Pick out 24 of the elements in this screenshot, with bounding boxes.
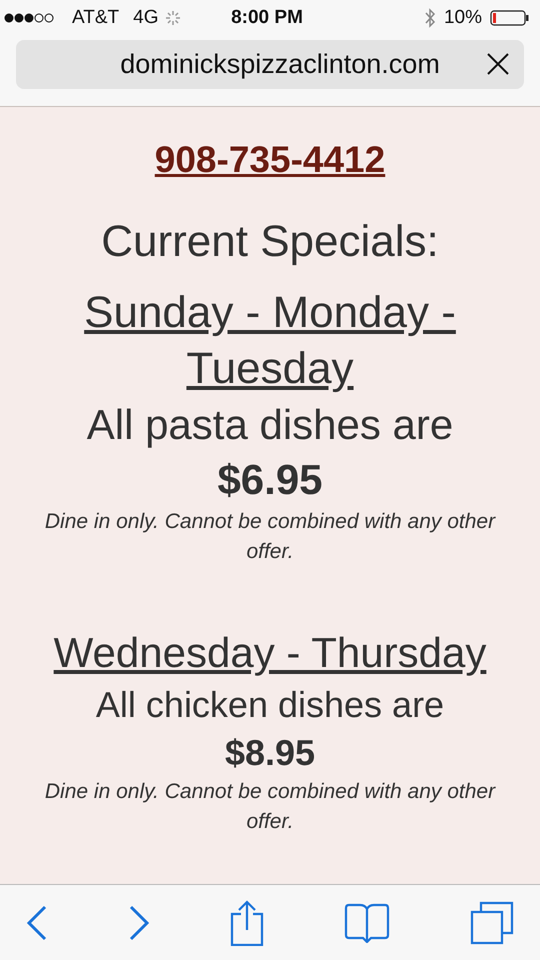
offer-text: All chicken dishes are: [94, 683, 446, 727]
offer-note: Dine in only. Cannot be combined with any other offer.: [44, 779, 497, 835]
tabs-icon[interactable]: [470, 900, 514, 944]
address-bar[interactable]: dominickspizzaclinton.com: [16, 40, 524, 89]
offer-note: Dine in only. Cannot be combined with any other offer.: [44, 509, 497, 565]
bookmarks-icon[interactable]: [344, 902, 390, 942]
back-icon[interactable]: [26, 904, 48, 940]
network-type: 4G: [133, 7, 159, 29]
phone-link[interactable]: 908-735-4412: [154, 139, 386, 180]
offer-price: $8.95: [224, 731, 316, 775]
activity-spinner-icon: [164, 10, 181, 26]
bluetooth-icon: [424, 8, 436, 28]
page-heading: Current Specials:: [100, 217, 440, 267]
forward-icon[interactable]: [128, 904, 150, 940]
close-icon[interactable]: [486, 52, 510, 76]
clock-time: 8:00 PM: [231, 7, 303, 29]
battery-icon: [490, 10, 530, 26]
special-days-heading: Sunday - Monday - Tuesday: [83, 287, 457, 395]
battery-percentage: 10%: [444, 7, 482, 29]
carrier-name: AT&T: [72, 7, 120, 29]
offer-price: $6.95: [216, 455, 324, 505]
special-days-heading: Wednesday - Thursday: [54, 628, 486, 678]
share-icon[interactable]: [230, 900, 264, 946]
offer-text: All pasta dishes are: [86, 400, 454, 450]
